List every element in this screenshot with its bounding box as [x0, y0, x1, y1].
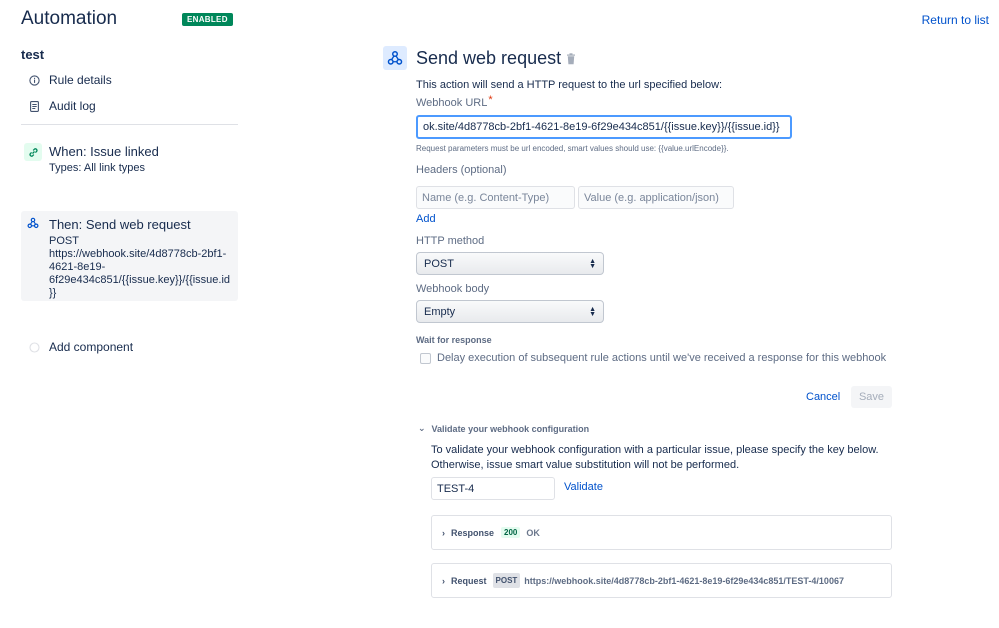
cancel-button[interactable]: Cancel	[797, 386, 849, 408]
validate-description: To validate your webhook configuration w…	[431, 444, 879, 471]
action-page-title: Send web request	[416, 48, 562, 68]
webhook-icon	[26, 216, 40, 230]
document-icon	[28, 100, 40, 112]
response-panel[interactable]: › Response 200 OK	[431, 515, 892, 550]
http-method-select[interactable]: POST ▲ ▼	[416, 252, 604, 275]
status-badge: 200	[501, 527, 521, 538]
select-arrows-icon: ▲ ▼	[589, 305, 596, 318]
action-title: Then: Send web request	[49, 217, 191, 232]
select-arrows-icon: ▲ ▼	[589, 257, 596, 270]
webhook-url-label-text: Webhook URL	[416, 97, 488, 109]
add-header-link[interactable]: Add	[416, 213, 436, 225]
sidebar-divider	[21, 124, 238, 125]
http-method-label: HTTP method	[416, 235, 485, 247]
request-panel[interactable]: › Request POST https://webhook.site/4d87…	[431, 563, 892, 598]
webhook-body-value: Empty	[424, 305, 456, 318]
action-detail-line: 6f29e434c851/{{issue.key}}/{{issue.id	[49, 274, 231, 286]
action-detail-line: https://webhook.site/4d8778cb-2bf1-	[49, 248, 227, 260]
action-description: This action will send a HTTP request to …	[416, 79, 723, 91]
sidebar-item-label: Audit log	[49, 99, 96, 113]
sidebar-item-audit-log[interactable]: Audit log	[28, 97, 96, 115]
info-icon	[28, 74, 40, 86]
request-url: https://webhook.site/4d8778cb-2bf1-4621-…	[524, 575, 844, 586]
issue-key-input[interactable]: TEST-4	[431, 477, 555, 500]
required-mark: *	[488, 94, 493, 106]
validate-section-heading: Validate your webhook configuration	[431, 423, 590, 434]
chevron-right-icon: ›	[442, 575, 445, 586]
sidebar-item-rule-details[interactable]: Rule details	[28, 71, 112, 89]
header-name-input[interactable]: Name (e.g. Content-Type)	[416, 186, 575, 209]
chevron-down-icon: ⌄	[418, 423, 426, 433]
page-title: Automation	[21, 8, 118, 29]
webhook-url-input[interactable]: ok.site/4d8778cb-2bf1-4621-8e19-6f29e434…	[416, 115, 792, 139]
webhook-icon	[383, 46, 407, 70]
rule-name: test	[21, 47, 45, 62]
headers-label: Headers (optional)	[416, 164, 507, 176]
webhook-body-label: Webhook body	[416, 283, 490, 295]
http-method-value: POST	[424, 257, 454, 270]
webhook-url-label: Webhook URL *	[416, 94, 493, 109]
delay-execution-label: Delay execution of subsequent rule actio…	[437, 352, 887, 364]
status-badge: ENABLED	[182, 13, 233, 26]
action-detail-line: }}	[49, 287, 57, 299]
action-step[interactable]: Then: Send web request POST https://webh…	[21, 211, 238, 301]
trigger-step[interactable]: When: Issue linked Types: All link types	[21, 141, 238, 181]
response-label: Response	[451, 527, 495, 538]
empty-circle-icon	[28, 341, 40, 353]
validate-section-toggle[interactable]: ⌄ Validate your webhook configuration	[418, 423, 589, 434]
request-label: Request	[451, 575, 487, 586]
trigger-detail: Types: All link types	[49, 162, 145, 174]
validate-link[interactable]: Validate	[564, 481, 603, 493]
wait-for-response-label: Wait for response	[416, 335, 492, 345]
method-badge: POST	[492, 573, 521, 588]
link-icon	[24, 143, 42, 161]
status-text: OK	[526, 527, 540, 538]
add-component-label: Add component	[49, 340, 134, 354]
save-button[interactable]: Save	[851, 386, 892, 408]
header-value-input[interactable]: Value (e.g. application/json)	[578, 186, 734, 209]
chevron-right-icon: ›	[442, 527, 445, 538]
trash-icon[interactable]	[566, 53, 576, 65]
sidebar-item-label: Rule details	[49, 73, 112, 87]
return-to-list-link[interactable]: Return to list	[922, 13, 989, 27]
add-component-button[interactable]: Add component	[28, 338, 133, 356]
action-detail-line: POST	[49, 235, 79, 247]
action-detail-line: 4621-8e19-	[49, 261, 106, 273]
trigger-title: When: Issue linked	[49, 144, 159, 159]
delay-execution-checkbox[interactable]	[420, 353, 431, 364]
webhook-url-hint: Request parameters must be url encoded, …	[416, 144, 729, 153]
webhook-body-select[interactable]: Empty ▲ ▼	[416, 300, 604, 323]
